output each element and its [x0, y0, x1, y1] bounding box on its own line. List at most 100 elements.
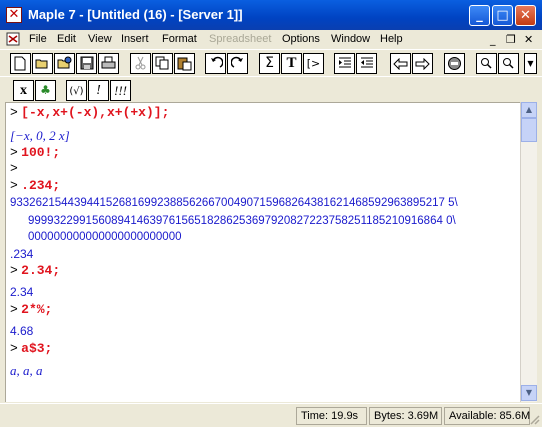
menu-format[interactable]: Format — [162, 33, 197, 45]
back-button[interactable] — [390, 53, 411, 74]
minimize-icon: _ — [476, 8, 483, 23]
prompt-marker: > — [10, 105, 18, 120]
input-command[interactable]: .234; — [21, 178, 60, 193]
text-mode-button[interactable]: T — [281, 53, 302, 74]
execute-all-button[interactable]: !!! — [110, 80, 131, 101]
math-input-button[interactable]: x — [13, 80, 34, 101]
status-bar: Time: 19.9s Bytes: 3.69M Available: 85.6… — [0, 403, 542, 427]
doc-minimize-button[interactable]: _ — [490, 33, 496, 46]
context-toolbar: x ♣ (√) ! !!! — [0, 76, 542, 102]
output-line: 9999322991560894146397615651828625369792… — [28, 215, 456, 227]
input-command[interactable]: a$3; — [21, 341, 52, 356]
text-icon: T — [286, 55, 297, 71]
menu-help[interactable]: Help — [380, 33, 403, 45]
print-button[interactable] — [98, 53, 119, 74]
paste-icon — [177, 57, 192, 71]
scroll-thumb[interactable] — [521, 118, 537, 142]
minimize-button[interactable]: _ — [469, 5, 490, 26]
vertical-scrollbar[interactable]: ▲ ▼ — [520, 102, 537, 402]
new-icon — [14, 56, 26, 71]
menu-view[interactable]: View — [88, 33, 112, 45]
forward-icon — [415, 57, 430, 71]
indent-button[interactable] — [334, 53, 355, 74]
menu-window[interactable]: Window — [331, 33, 370, 45]
input-command[interactable]: 100!; — [21, 145, 60, 160]
output-line: 000000000000000000000000 — [28, 231, 182, 243]
print-icon — [101, 56, 116, 69]
resize-grip-icon[interactable] — [528, 413, 540, 425]
forward-button[interactable] — [412, 53, 433, 74]
open-icon — [35, 59, 48, 69]
window-title: Maple 7 - [Untitled (16) - [Server 1]] — [28, 7, 243, 22]
prompt-icon: [> — [306, 57, 321, 70]
save-icon — [80, 56, 93, 70]
redo-icon — [230, 56, 243, 68]
input-line[interactable]: > .234; — [10, 178, 60, 193]
input-line[interactable]: > 2*%; — [10, 302, 52, 317]
scroll-up-button[interactable]: ▲ — [521, 102, 537, 118]
menu-options[interactable]: Options — [282, 33, 320, 45]
undo-icon — [210, 56, 223, 68]
sum-icon: Σ — [265, 55, 274, 71]
input-command[interactable]: 2*%; — [21, 302, 52, 317]
zoom-out-icon — [503, 58, 514, 69]
paste-button[interactable] — [174, 53, 195, 74]
cut-icon — [135, 56, 146, 70]
insert-prompt-button[interactable]: [> — [303, 53, 324, 74]
maple-leaf-icon: ♣ — [40, 83, 51, 97]
menu-edit[interactable]: Edit — [57, 33, 76, 45]
input-command[interactable]: 2.34; — [21, 263, 60, 278]
input-command[interactable]: [-x,x+(-x),x+(+x)]; — [21, 105, 169, 120]
copy-icon — [155, 56, 169, 70]
save-button[interactable] — [76, 53, 97, 74]
zoom-in-button[interactable] — [476, 53, 497, 74]
doc-restore-button[interactable]: ❐ — [506, 33, 516, 46]
scroll-down-button[interactable]: ▼ — [521, 385, 537, 401]
outdent-button[interactable] — [356, 53, 377, 74]
stop-button[interactable] — [444, 53, 465, 74]
open-url-button[interactable] — [54, 53, 75, 74]
sum-button[interactable]: Σ — [259, 53, 280, 74]
execute-expression-button[interactable]: (√) — [66, 80, 87, 101]
prompt-marker: > — [10, 341, 18, 356]
doc-close-button[interactable]: ✕ — [524, 33, 533, 46]
output-line: 4.68 — [10, 324, 34, 338]
prompt-marker: > — [10, 263, 18, 278]
worksheet[interactable]: > [-x,x+(-x),x+(+x)]; [−x, 0, 2 x] > 100… — [5, 102, 520, 402]
redo-button[interactable] — [227, 53, 248, 74]
execute-button[interactable]: ! — [88, 80, 109, 101]
menu-insert[interactable]: Insert — [121, 33, 149, 45]
input-line[interactable]: > 2.34; — [10, 263, 60, 278]
new-button[interactable] — [10, 53, 31, 74]
zoom-out-button[interactable] — [498, 53, 519, 74]
menu-file[interactable]: File — [29, 33, 47, 45]
close-button[interactable]: ✕ — [515, 5, 536, 26]
cut-button[interactable] — [130, 53, 151, 74]
prompt-marker: > — [10, 145, 18, 160]
exclamation-icon: ! — [96, 83, 101, 98]
menu-spreadsheet[interactable]: Spreadsheet — [209, 33, 271, 45]
input-line[interactable]: > 100!; — [10, 145, 60, 160]
input-line[interactable]: > — [10, 161, 18, 176]
copy-button[interactable] — [152, 53, 173, 74]
title-bar[interactable]: ✕ Maple 7 - [Untitled (16) - [Server 1]]… — [0, 0, 542, 30]
maple-app-icon[interactable]: ✕ — [6, 7, 22, 23]
input-line[interactable]: > [-x,x+(-x),x+(+x)]; — [10, 105, 169, 120]
output-line: [−x, 0, 2 x] — [10, 128, 70, 143]
toolbar-overflow-button[interactable]: ▼ — [524, 53, 537, 74]
chevron-down-icon: ▼ — [525, 388, 533, 397]
worksheet-doc-icon[interactable] — [6, 32, 20, 46]
triple-exclamation-icon: !!! — [114, 83, 127, 98]
output-line: a, a, a — [10, 363, 43, 378]
input-line[interactable]: > a$3; — [10, 341, 52, 356]
open-button[interactable] — [32, 53, 53, 74]
maple-leaf-button[interactable]: ♣ — [35, 80, 56, 101]
undo-button[interactable] — [205, 53, 226, 74]
chevron-down-icon: ▼ — [527, 59, 534, 68]
sqrt-icon: (√) — [69, 86, 84, 97]
output-line: .234 — [10, 247, 34, 261]
maximize-button[interactable]: □ — [492, 5, 513, 26]
back-icon — [393, 57, 408, 71]
prompt-marker: > — [10, 302, 18, 317]
output-line: 2.34 — [10, 285, 34, 299]
